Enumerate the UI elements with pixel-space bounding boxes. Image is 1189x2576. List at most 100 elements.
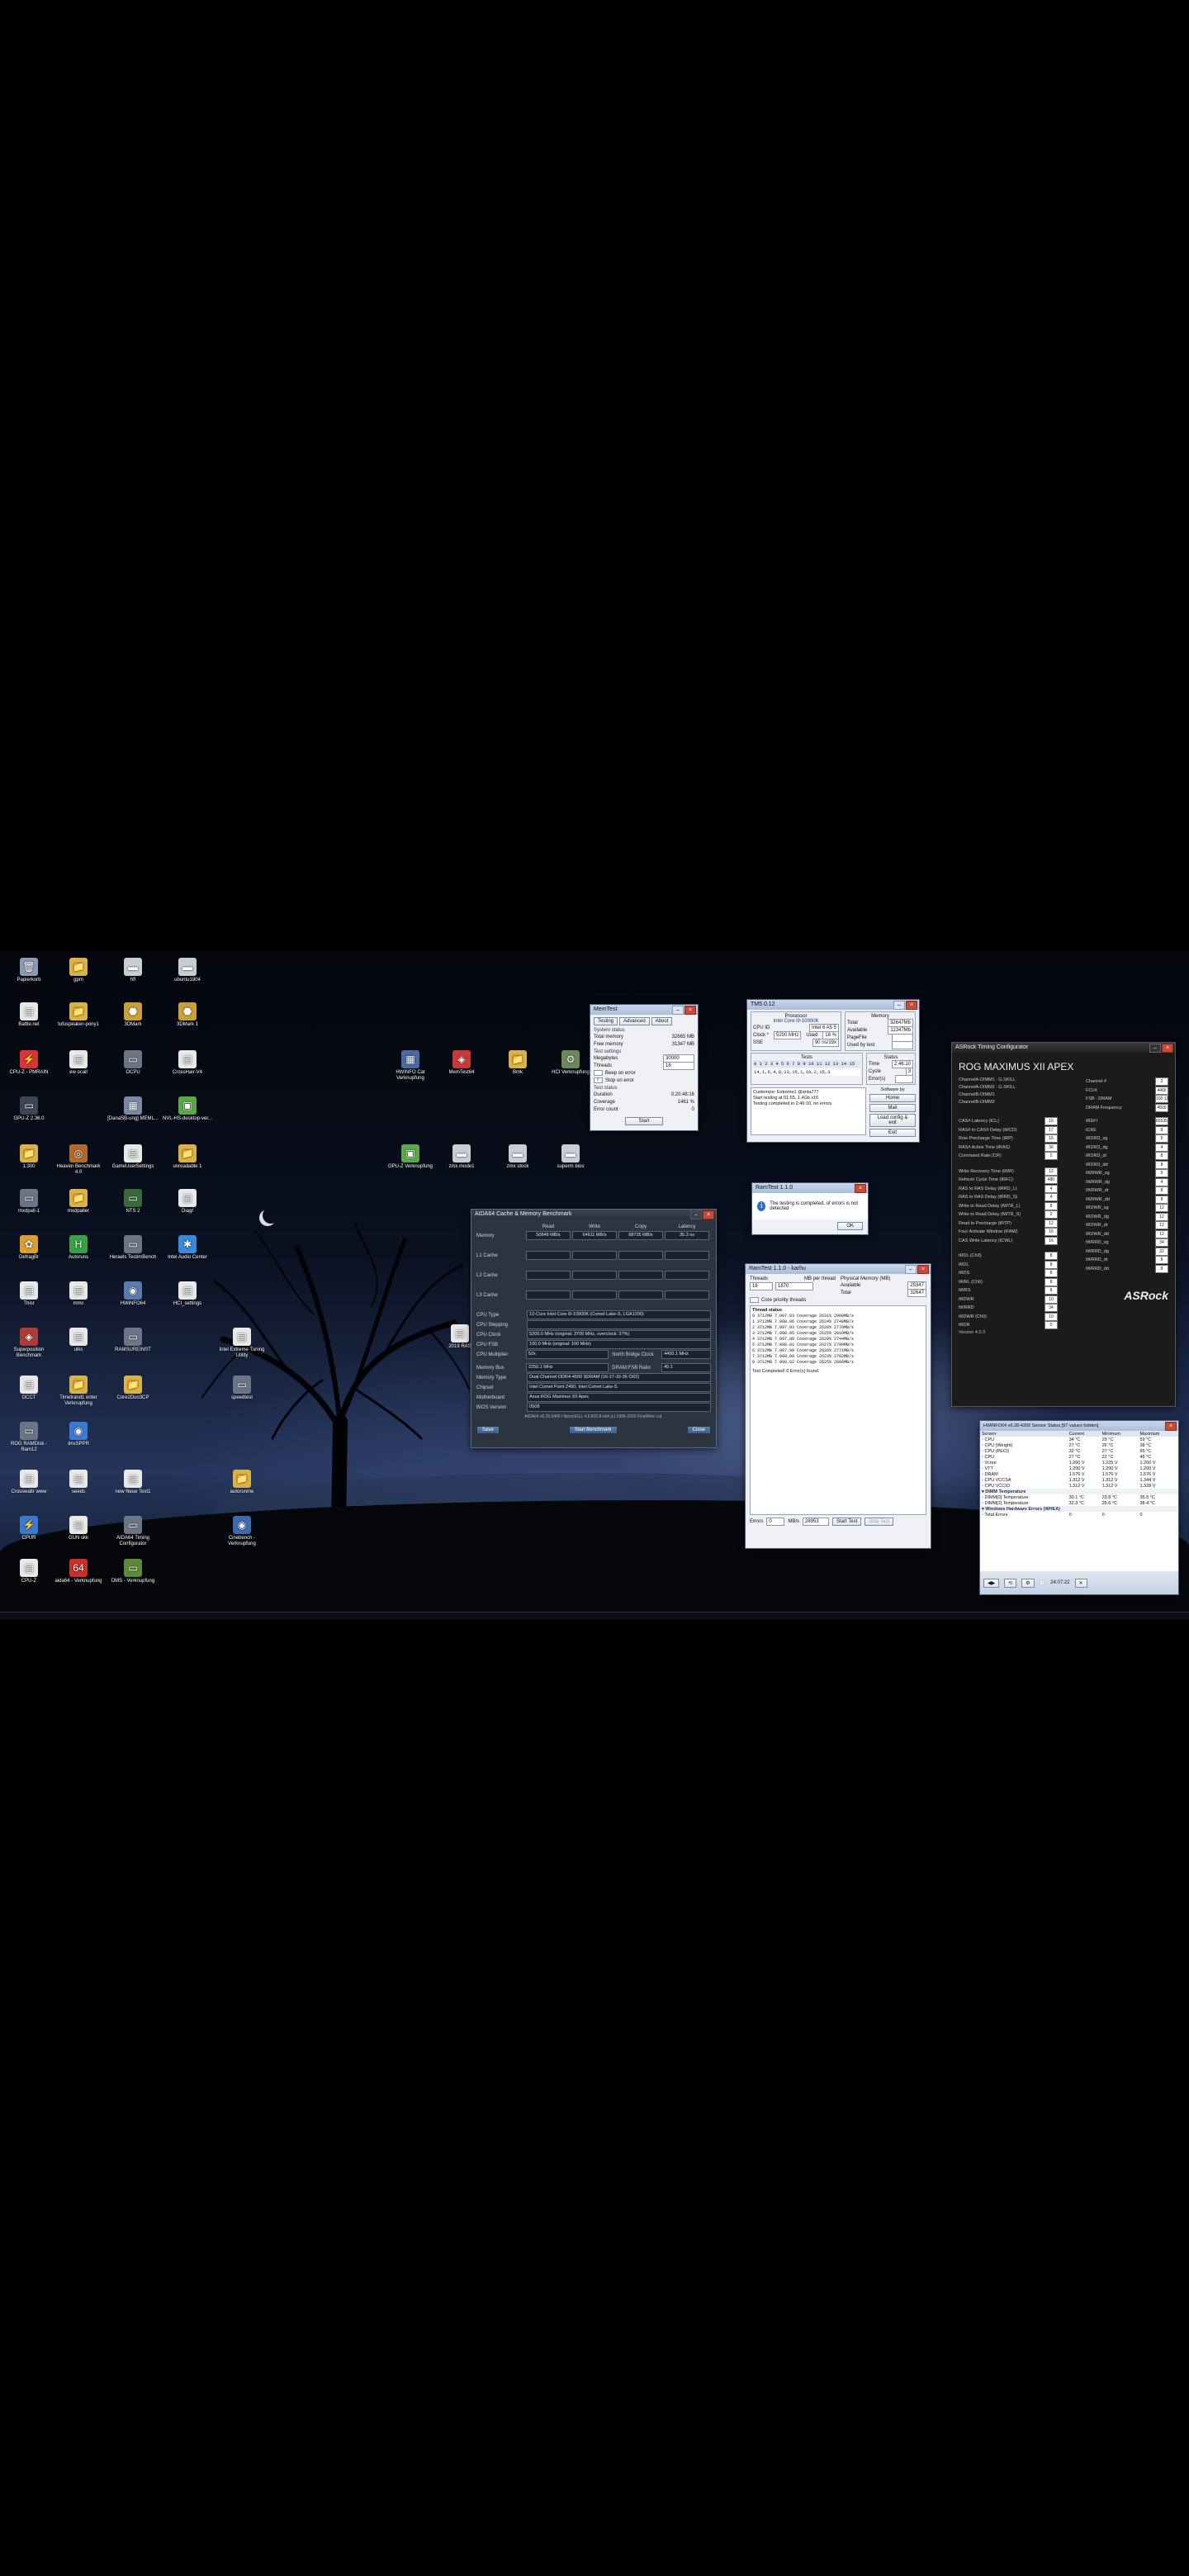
aida-titlebar[interactable]: AIDA64 Cache & Memory Benchmark – × xyxy=(471,1210,716,1219)
desktop-icon[interactable]: ▤ ulks xyxy=(53,1328,104,1353)
sensor-row[interactable]: ◦ CPU (PECI) 32 °C 27 °C 65 °C xyxy=(980,1448,1178,1454)
timing-row-value[interactable]: 12 xyxy=(1155,1212,1168,1221)
desktop-icon[interactable]: ▭ RAMSUREINST xyxy=(107,1328,159,1353)
close-button[interactable]: × xyxy=(1165,1422,1177,1431)
minimize-button[interactable]: – xyxy=(1149,1044,1161,1053)
reset-icon[interactable]: ⟲ xyxy=(1004,1578,1017,1588)
timing-row-value[interactable]: 12 xyxy=(1155,1221,1168,1230)
desktop-icon[interactable]: ▤ CrossHair-V4 xyxy=(162,1050,213,1076)
desktop-icon[interactable]: ▤ Intel Extreme Tuning Utility xyxy=(216,1328,268,1359)
desktop-icon[interactable]: ▭ mxdpall-1 xyxy=(3,1189,54,1215)
mail-button[interactable]: Mail xyxy=(869,1104,916,1112)
threads-input[interactable]: 16 xyxy=(750,1282,773,1290)
core-priority-checkbox[interactable] xyxy=(750,1297,759,1303)
timing-row-value[interactable]: 8 xyxy=(1045,1252,1058,1261)
sensor-row[interactable]: ◦ CPU VCCSA 1.312 V 1.312 V 1.344 V xyxy=(980,1477,1178,1483)
desktop-icon[interactable]: ▬ ubuntu1804 xyxy=(162,958,213,983)
start-button[interactable]: Start xyxy=(624,1117,664,1125)
desktop-icon[interactable]: 📁 unreadable 1 xyxy=(162,1144,213,1170)
desktop-icon[interactable]: 📁 mxdpaller xyxy=(53,1189,104,1215)
timing-row-value[interactable]: 4 xyxy=(1155,1177,1168,1186)
desktop-icon[interactable]: ◈ Superposition Benchmark xyxy=(3,1328,54,1359)
timing-row-value[interactable]: 480 xyxy=(1045,1176,1058,1185)
timing-row-value[interactable]: 12 xyxy=(1155,1204,1168,1213)
desktop-icon[interactable]: 📁 Timetrand1 enter Verknupfung xyxy=(53,1376,104,1407)
timing-row-value[interactable]: 4 xyxy=(1155,1143,1168,1152)
timing-row-value[interactable]: 8 xyxy=(1045,1260,1058,1269)
desktop-icon[interactable]: ▤ GUN skk xyxy=(53,1516,104,1541)
timing-row-value[interactable]: 0 xyxy=(1045,1321,1058,1330)
sensor-row[interactable]: ◦ DIMM[0] Temperature 30.1 °C 23.8 °C 35.9 … xyxy=(980,1494,1178,1500)
freq-row-value[interactable]: 4500 xyxy=(1155,1103,1168,1112)
timing-row-value[interactable]: 10 xyxy=(1045,1312,1058,1321)
close-button[interactable]: × xyxy=(855,1184,866,1193)
dialog-titlebar[interactable]: RamTest 1.1.0 × xyxy=(752,1183,868,1193)
timing-row-value[interactable]: 8 xyxy=(1155,1125,1168,1134)
timing-row-value[interactable]: 8 xyxy=(1155,1152,1168,1161)
sensor-row[interactable]: ◦ CPU (Weight) 27 °C 26 °C 38 °C xyxy=(980,1442,1178,1448)
desktop-icon[interactable]: ✿ DefragBr xyxy=(3,1235,54,1261)
close-sensors-icon[interactable]: ✕ xyxy=(1074,1578,1087,1588)
desktop-icon[interactable]: ▬ superm bios xyxy=(545,1144,596,1170)
desktop-icon[interactable]: ▦ HWINFO Cat Verknupfung xyxy=(385,1050,436,1082)
tm5-titlebar[interactable]: TM5 0.12 – × xyxy=(747,1000,919,1010)
col-maximum[interactable]: Maximum xyxy=(1138,1431,1178,1437)
sensor-row[interactable]: ◦ CPU 27 °C 22 °C 46 °C xyxy=(980,1454,1178,1460)
desktop-icon[interactable]: H Autoruns xyxy=(53,1235,104,1261)
desktop-icon[interactable]: ▦ [DanaSB-ung] MEML... xyxy=(107,1096,159,1122)
ramtest-titlebar[interactable]: RamTest 1.1.0 - karhu – × xyxy=(746,1264,931,1274)
desktop-icon[interactable]: ▤ OCCT xyxy=(3,1376,54,1401)
freq-row-value[interactable]: 2 xyxy=(1155,1077,1168,1087)
timing-row-value[interactable]: 8 xyxy=(1155,1160,1168,1169)
stop-test-button[interactable]: Stop Test xyxy=(865,1518,894,1526)
timing-row-value[interactable]: 2 xyxy=(1045,1210,1058,1219)
desktop-icon[interactable]: ◈ MemTest64 xyxy=(436,1050,487,1076)
col-minimum[interactable]: Minimum xyxy=(1100,1431,1139,1437)
desktop-icon[interactable]: ▤ Crosswaltr www xyxy=(3,1470,54,1495)
timing-row-value[interactable]: 12 xyxy=(1155,1229,1168,1238)
desktop-icon[interactable]: ▤ Diagt xyxy=(162,1189,213,1215)
desktop-icon[interactable]: ▤ CPU-Z xyxy=(3,1559,54,1584)
close-button[interactable]: × xyxy=(685,1006,696,1015)
threads-input[interactable]: 16 xyxy=(663,1061,694,1070)
timing-row-value[interactable]: 8 xyxy=(1045,1269,1058,1278)
sensor-group[interactable]: ▾ DIMM Temperature xyxy=(980,1489,1178,1494)
desktop-icon[interactable]: 📁 Core2Duo3CP xyxy=(107,1376,159,1401)
desktop-icon[interactable]: ▭ NTS 2 xyxy=(107,1189,159,1215)
desktop-icon[interactable]: ▤ new Neue Text1 xyxy=(107,1470,159,1495)
sensor-row[interactable]: ◦ VTT 1.200 V 1.200 V 1.200 V xyxy=(980,1466,1178,1471)
timing-row-value[interactable]: 8 xyxy=(1045,1201,1058,1210)
timing-row-value[interactable]: 12 xyxy=(1045,1219,1058,1228)
desktop-icon[interactable]: ▭ speedtest xyxy=(216,1376,268,1401)
minimize-button[interactable]: – xyxy=(893,1001,905,1010)
start-benchmark-button[interactable]: Start Benchmark xyxy=(568,1426,618,1434)
desktop-icon[interactable]: ▬ zmx mode1 xyxy=(436,1144,487,1170)
timing-row-value[interactable]: 8 xyxy=(1045,1277,1058,1286)
sensor-row[interactable]: ◦ Total Errors 0 0 0 xyxy=(980,1512,1178,1518)
desktop-icon[interactable]: 📁 tofuspeaker-pony1 xyxy=(53,1002,104,1028)
timing-row-value[interactable]: 36 xyxy=(1045,1143,1058,1152)
desktop-icon[interactable]: 🗑 Papierkorb xyxy=(3,958,54,983)
freq-row-value[interactable]: 4400 xyxy=(1155,1086,1168,1095)
sensor-row[interactable]: ◦ CPU VCCIO 1.312 V 1.312 V 1.328 V xyxy=(980,1483,1178,1489)
desktop-icon[interactable]: ▤ mmc xyxy=(53,1281,104,1307)
desktop-icon[interactable]: ⬣ 3DMark 1 xyxy=(162,1002,213,1028)
desktop-icon[interactable]: ◉ HWiNFO64 xyxy=(107,1281,159,1307)
minimize-button[interactable]: – xyxy=(672,1006,684,1015)
sensor-row[interactable]: ◦ DRAM 1.576 V 1.576 V 1.576 V xyxy=(980,1471,1178,1477)
desktop-icon[interactable]: ▭ GPU-Z 2.36.0 xyxy=(3,1096,54,1122)
desktop-icon[interactable]: ▤ GameUserSettings xyxy=(107,1144,159,1170)
desktop-icon[interactable]: ◎ Heaven Benchmark 4.0 xyxy=(53,1144,104,1176)
close-button[interactable]: × xyxy=(906,1001,917,1010)
desktop-icon[interactable]: ✱ Intel Audio Center xyxy=(162,1235,213,1261)
timing-row-value[interactable]: 22 xyxy=(1155,1247,1168,1256)
desktop-icon[interactable]: ▤ HCI_settings xyxy=(162,1281,213,1307)
timing-row-value[interactable]: 12 xyxy=(1045,1167,1058,1176)
sensor-group[interactable]: ▾ Windows Hardware Errors (WHEA) xyxy=(980,1506,1178,1512)
taskbar[interactable] xyxy=(0,1612,1189,1620)
minimize-button[interactable]: – xyxy=(905,1265,917,1274)
timing-row-value[interactable]: 10 xyxy=(1045,1295,1058,1304)
ok-button[interactable]: OK xyxy=(837,1222,863,1230)
start-test-button[interactable]: Start Test xyxy=(832,1518,862,1526)
timing-row-value[interactable]: 65535 xyxy=(1155,1117,1168,1126)
